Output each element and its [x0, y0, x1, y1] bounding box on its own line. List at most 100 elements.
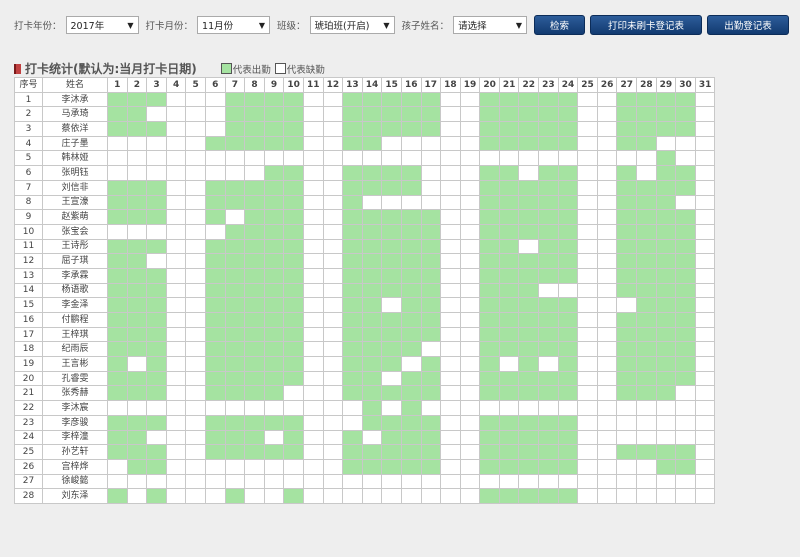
- attendance-cell-absent: [322, 267, 344, 284]
- attendance-cell-absent: [165, 414, 187, 431]
- attendance-register-button[interactable]: 出勤登记表: [707, 15, 790, 35]
- attendance-cell-present: [107, 326, 128, 343]
- attendance-cell-present: [400, 282, 422, 299]
- table-row: 18 纪雨辰: [14, 341, 716, 358]
- attendance-cell-absent: [616, 473, 638, 490]
- attendance-cell-absent: [694, 91, 716, 108]
- student-name: 李沐宸: [42, 400, 108, 416]
- attendance-cell-absent: [185, 194, 206, 211]
- table-row: 13 李承霖: [14, 267, 716, 284]
- attendance-cell-absent: [694, 165, 716, 181]
- attendance-cell-present: [400, 341, 422, 358]
- attendance-cell-absent: [459, 444, 481, 460]
- attendance-cell-present: [342, 282, 363, 299]
- attendance-cell-present: [126, 444, 148, 460]
- attendance-cell-absent: [107, 458, 128, 475]
- year-select-value: 2017年: [70, 21, 105, 32]
- attendance-cell-absent: [146, 429, 167, 446]
- attendance-cell-present: [518, 121, 540, 137]
- attendance-cell-present: [361, 444, 383, 460]
- attendance-cell-absent: [322, 356, 344, 372]
- attendance-cell-present: [263, 179, 285, 196]
- table-row: 23 李彦骏: [14, 414, 716, 431]
- attendance-cell-present: [655, 282, 677, 299]
- attendance-cell-present: [420, 458, 442, 475]
- attendance-cell-absent: [694, 150, 716, 167]
- student-name: 李梓潼: [42, 429, 108, 446]
- attendance-cell-present: [244, 91, 265, 108]
- attendance-cell-present: [636, 282, 657, 299]
- attendance-cell-present: [283, 488, 304, 504]
- attendance-cell-absent: [577, 429, 598, 446]
- attendance-cell-absent: [577, 194, 598, 211]
- attendance-cell-absent: [577, 385, 598, 402]
- attendance-cell-absent: [224, 165, 246, 181]
- attendance-cell-present: [126, 179, 148, 196]
- attendance-cell-absent: [165, 209, 187, 225]
- search-button[interactable]: 检索: [534, 15, 586, 35]
- chevron-down-icon: ▼: [515, 20, 523, 30]
- attendance-cell-present: [498, 341, 520, 358]
- attendance-cell-present: [146, 91, 167, 108]
- attendance-cell-absent: [165, 150, 187, 167]
- attendance-cell-absent: [244, 488, 265, 504]
- attendance-cell-present: [675, 282, 696, 299]
- attendance-cell-present: [498, 385, 520, 402]
- attendance-cell-present: [616, 356, 638, 372]
- attendance-cell-absent: [361, 429, 383, 446]
- print-unswiped-button[interactable]: 打印未刷卡登记表: [590, 15, 703, 35]
- attendance-cell-present: [381, 209, 402, 225]
- attendance-cell-absent: [440, 458, 461, 475]
- year-select[interactable]: 2017年 ▼: [65, 16, 139, 34]
- col-header-day: 9: [263, 77, 285, 93]
- attendance-cell-absent: [596, 106, 618, 123]
- attendance-cell-present: [479, 121, 500, 137]
- attendance-cell-present: [244, 106, 265, 123]
- attendance-cell-absent: [302, 341, 324, 358]
- attendance-cell-present: [420, 91, 442, 108]
- attendance-cell-present: [518, 297, 540, 313]
- attendance-cell-present: [400, 414, 422, 431]
- attendance-cell-absent: [694, 385, 716, 402]
- attendance-cell-present: [400, 444, 422, 460]
- table-row: 16 付鹏程: [14, 312, 716, 328]
- attendance-cell-present: [224, 253, 246, 269]
- row-index: 2: [14, 106, 43, 123]
- attendance-cell-absent: [636, 165, 657, 181]
- attendance-cell-absent: [165, 312, 187, 328]
- child-select[interactable]: 请选择 ▼: [453, 16, 528, 34]
- attendance-cell-absent: [518, 400, 540, 416]
- attendance-cell-present: [146, 121, 167, 137]
- attendance-cell-absent: [204, 473, 226, 490]
- attendance-cell-present: [107, 444, 128, 460]
- class-select[interactable]: 琥珀班(开启) ▼: [309, 16, 395, 34]
- attendance-cell-absent: [655, 473, 677, 490]
- attendance-cell-absent: [185, 253, 206, 269]
- attendance-cell-present: [126, 209, 148, 225]
- attendance-cell-present: [400, 91, 422, 108]
- attendance-cell-present: [675, 341, 696, 358]
- attendance-cell-absent: [420, 179, 442, 196]
- row-index: 18: [14, 341, 43, 358]
- attendance-cell-absent: [440, 312, 461, 328]
- attendance-cell-absent: [596, 91, 618, 108]
- attendance-cell-absent: [185, 370, 206, 387]
- attendance-cell-present: [244, 326, 265, 343]
- student-name: 刘东泽: [42, 488, 108, 504]
- table-row: 15 李金泽: [14, 297, 716, 313]
- attendance-cell-absent: [577, 414, 598, 431]
- attendance-cell-absent: [224, 458, 246, 475]
- attendance-cell-absent: [244, 458, 265, 475]
- attendance-cell-absent: [302, 106, 324, 123]
- row-index: 23: [14, 414, 43, 431]
- attendance-cell-present: [126, 326, 148, 343]
- attendance-cell-present: [675, 267, 696, 284]
- attendance-cell-present: [400, 312, 422, 328]
- attendance-cell-present: [518, 414, 540, 431]
- attendance-cell-present: [263, 223, 285, 240]
- attendance-cell-absent: [185, 238, 206, 255]
- attendance-cell-absent: [146, 473, 167, 490]
- month-select[interactable]: 11月份 ▼: [197, 16, 271, 34]
- attendance-cell-absent: [596, 488, 618, 504]
- attendance-cell-absent: [616, 488, 638, 504]
